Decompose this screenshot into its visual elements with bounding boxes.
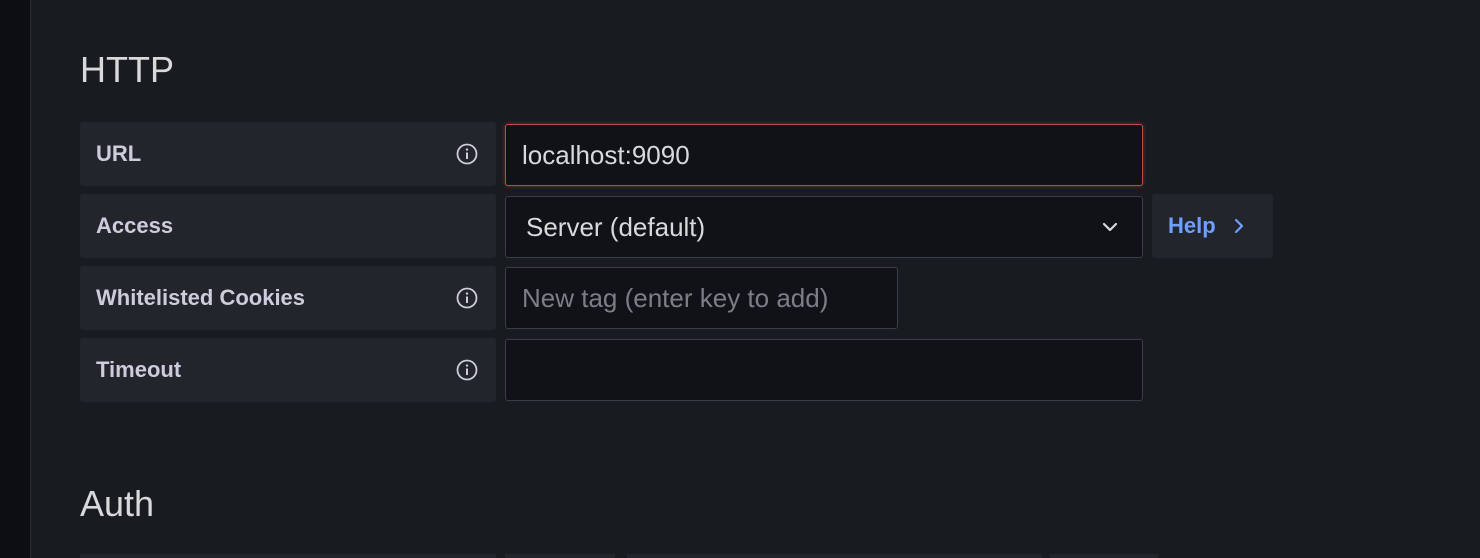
url-label-box: URL [80, 122, 496, 186]
timeout-label: Timeout [96, 357, 182, 382]
help-button[interactable]: Help [1152, 194, 1273, 258]
access-label-box: Access [80, 194, 496, 258]
sidebar-rail [0, 0, 31, 558]
access-select[interactable]: Server (default) [505, 196, 1143, 258]
timeout-input[interactable] [505, 339, 1143, 401]
info-icon[interactable] [456, 359, 478, 381]
chevron-right-icon [1234, 218, 1243, 234]
help-label: Help [1168, 213, 1216, 238]
auth-row-label-stub [80, 554, 496, 558]
timeout-label-box: Timeout [80, 338, 496, 402]
url-input[interactable]: localhost:9090 [505, 124, 1143, 186]
cookies-tag-input[interactable]: New tag (enter key to add) [505, 267, 898, 329]
url-label: URL [96, 141, 142, 166]
section-title-auth: Auth [80, 483, 155, 524]
auth-row-label-stub [627, 554, 1042, 558]
access-label: Access [96, 213, 174, 238]
info-icon[interactable] [456, 287, 478, 309]
auth-toggle-stub [505, 554, 615, 558]
auth-toggle-stub [1050, 554, 1158, 558]
chevron-down-icon [1102, 222, 1118, 232]
info-icon[interactable] [456, 143, 478, 165]
cookies-label-box: Whitelisted Cookies [80, 266, 496, 330]
access-selected-value: Server (default) [526, 211, 706, 242]
section-title-http: HTTP [80, 49, 174, 90]
cookies-label: Whitelisted Cookies [96, 285, 306, 310]
